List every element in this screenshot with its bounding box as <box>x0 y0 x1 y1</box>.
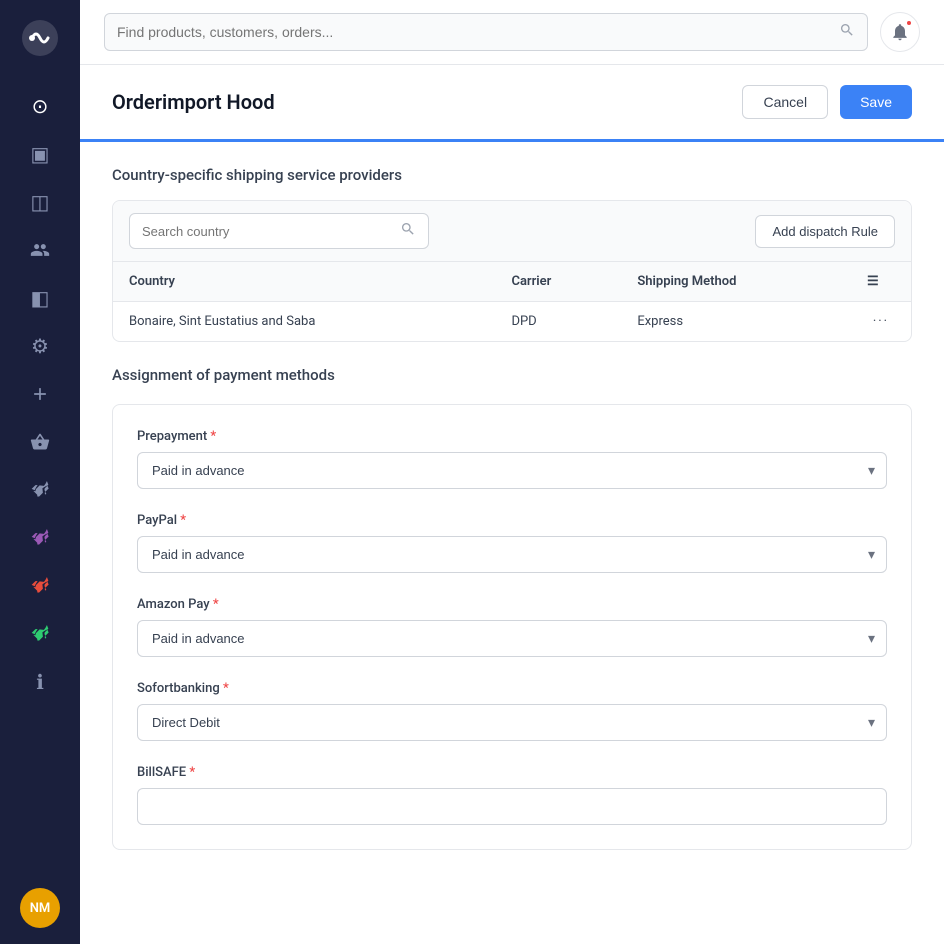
shipping-table: Country Carrier Shipping Method ☰ Bonair… <box>113 262 911 341</box>
shipping-section-title: Country-specific shipping service provid… <box>112 166 912 184</box>
sidebar-item-customers[interactable] <box>18 228 62 272</box>
search-input[interactable] <box>117 24 839 40</box>
shipping-table-card: Add dispatch Rule Country Carrier Shippi… <box>112 200 912 342</box>
billsafe-field: BillSAFE * <box>137 765 887 825</box>
billsafe-required: * <box>189 765 195 780</box>
cell-carrier: DPD <box>495 302 621 342</box>
cell-shipping-method: Express <box>621 302 851 342</box>
paypal-select-wrapper: Paid in advance Direct Debit Invoice ▾ <box>137 536 887 573</box>
prepayment-select-wrapper: Paid in advance Direct Debit Invoice ▾ <box>137 452 887 489</box>
sofortbanking-select[interactable]: Paid in advance Direct Debit Invoice <box>137 704 887 741</box>
country-search-input[interactable] <box>142 224 392 239</box>
col-carrier: Carrier <box>495 262 621 302</box>
col-actions: ☰ <box>851 262 911 302</box>
search-bar[interactable] <box>104 13 868 51</box>
sidebar: ⊙ ▣ ◫ ◧ ⚙ ℹ NM <box>0 0 80 944</box>
table-toolbar: Add dispatch Rule <box>113 201 911 262</box>
sidebar-item-info[interactable]: ℹ <box>18 660 62 704</box>
payment-section-title: Assignment of payment methods <box>112 366 912 384</box>
sidebar-item-basket[interactable] <box>18 420 62 464</box>
paypal-select[interactable]: Paid in advance Direct Debit Invoice <box>137 536 887 573</box>
col-country: Country <box>113 262 495 302</box>
table-row: Bonaire, Sint Eustatius and Saba DPD Exp… <box>113 302 911 342</box>
country-search-bar[interactable] <box>129 213 429 249</box>
prepayment-select[interactable]: Paid in advance Direct Debit Invoice <box>137 452 887 489</box>
billsafe-input[interactable] <box>137 788 887 825</box>
payment-section: Assignment of payment methods Prepayment… <box>80 366 944 882</box>
amazon-pay-label: Amazon Pay * <box>137 597 887 612</box>
add-dispatch-rule-button[interactable]: Add dispatch Rule <box>755 215 895 248</box>
sidebar-item-rocket3[interactable] <box>18 564 62 608</box>
header-actions: Cancel Save <box>742 85 912 119</box>
paypal-field: PayPal * Paid in advance Direct Debit In… <box>137 513 887 573</box>
sidebar-item-rocket1[interactable] <box>18 468 62 512</box>
amazon-pay-select[interactable]: Paid in advance Direct Debit Invoice <box>137 620 887 657</box>
billsafe-label: BillSAFE * <box>137 765 887 780</box>
sidebar-item-settings[interactable]: ⚙ <box>18 324 62 368</box>
prepayment-field: Prepayment * Paid in advance Direct Debi… <box>137 429 887 489</box>
notification-dot <box>905 19 913 27</box>
page-header: Orderimport Hood Cancel Save <box>80 65 944 142</box>
country-search-icon <box>400 221 416 241</box>
save-button[interactable]: Save <box>840 85 912 119</box>
user-avatar[interactable]: NM <box>20 888 60 928</box>
page-content: Orderimport Hood Cancel Save Country-spe… <box>80 65 944 944</box>
row-actions-button[interactable]: ··· <box>851 302 911 342</box>
topbar <box>80 0 944 65</box>
amazon-pay-select-wrapper: Paid in advance Direct Debit Invoice ▾ <box>137 620 887 657</box>
shipping-section: Country-specific shipping service provid… <box>80 142 944 366</box>
sidebar-item-rocket4[interactable] <box>18 612 62 656</box>
payment-card: Prepayment * Paid in advance Direct Debi… <box>112 404 912 850</box>
sofortbanking-select-wrapper: Paid in advance Direct Debit Invoice ▾ <box>137 704 887 741</box>
paypal-label: PayPal * <box>137 513 887 528</box>
cell-country: Bonaire, Sint Eustatius and Saba <box>113 302 495 342</box>
amazon-pay-required: * <box>213 597 219 612</box>
sofortbanking-label: Sofortbanking * <box>137 681 887 696</box>
sidebar-item-plus[interactable] <box>18 372 62 416</box>
sidebar-item-marketing[interactable]: ◧ <box>18 276 62 320</box>
page-title: Orderimport Hood <box>112 90 275 114</box>
sofortbanking-required: * <box>223 681 229 696</box>
sidebar-item-dashboard[interactable]: ⊙ <box>18 84 62 128</box>
sofortbanking-field: Sofortbanking * Paid in advance Direct D… <box>137 681 887 741</box>
table-menu-icon[interactable]: ☰ <box>867 274 879 289</box>
col-shipping-method: Shipping Method <box>621 262 851 302</box>
paypal-required: * <box>180 513 186 528</box>
main-area: Orderimport Hood Cancel Save Country-spe… <box>80 0 944 944</box>
sidebar-item-orders[interactable]: ▣ <box>18 132 62 176</box>
prepayment-required: * <box>210 429 216 444</box>
prepayment-label: Prepayment * <box>137 429 887 444</box>
sidebar-item-rocket2[interactable] <box>18 516 62 560</box>
sidebar-item-products[interactable]: ◫ <box>18 180 62 224</box>
cancel-button[interactable]: Cancel <box>742 85 828 119</box>
logo[interactable] <box>18 16 62 60</box>
search-icon <box>839 22 855 42</box>
notification-button[interactable] <box>880 12 920 52</box>
amazon-pay-field: Amazon Pay * Paid in advance Direct Debi… <box>137 597 887 657</box>
